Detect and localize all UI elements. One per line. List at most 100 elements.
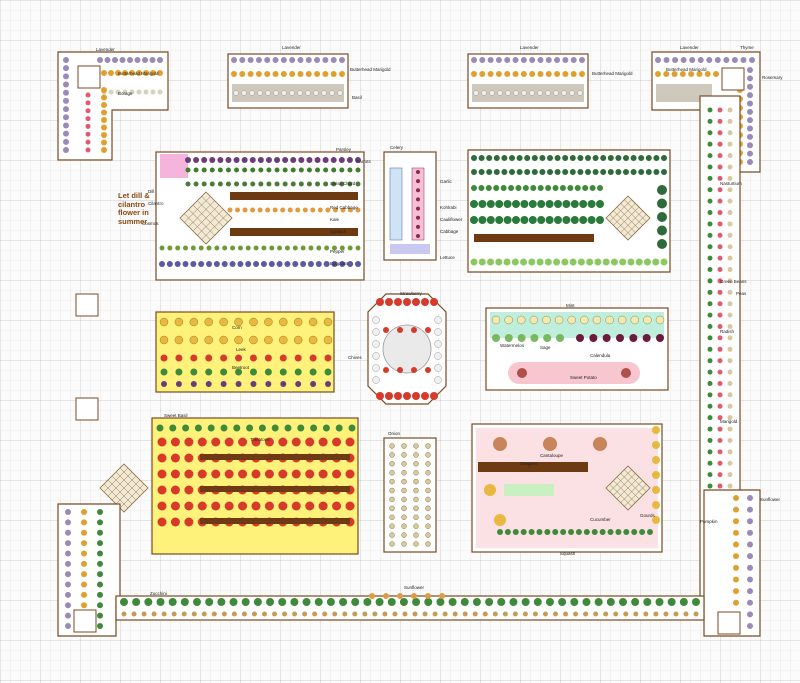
basil-plant xyxy=(529,90,535,96)
lettuce-plant xyxy=(643,258,651,266)
plant-label-pepper: Pepper xyxy=(330,249,345,254)
onion-plant xyxy=(727,232,733,238)
marigold-plant xyxy=(289,71,296,77)
basil-plant xyxy=(329,90,335,96)
zucchini-plant xyxy=(144,598,153,606)
pepper-plant xyxy=(220,354,228,362)
kale-plant xyxy=(493,155,500,161)
pepper-plant xyxy=(160,368,168,376)
swiss-chard-plant xyxy=(242,181,248,187)
plant-label-sunflower: Sunflower xyxy=(760,497,781,502)
lavender-plant xyxy=(747,92,753,99)
zucchini-plant xyxy=(412,598,421,606)
broccoli-plant xyxy=(596,216,604,224)
strawberry-plant xyxy=(394,298,402,306)
broccoli-plant xyxy=(579,216,588,224)
kale-plant xyxy=(347,167,353,173)
lavender-plant xyxy=(747,623,753,629)
pink-flowers xyxy=(160,154,188,178)
eggplant-plant xyxy=(217,157,224,163)
onion-plant xyxy=(425,523,431,529)
lavender-plant xyxy=(65,612,71,619)
plant-label-basil: Basil xyxy=(352,95,362,100)
plant-label-sweet-basil: Sweet Basil xyxy=(164,413,188,418)
marigold-plant xyxy=(101,94,107,101)
lavender-plant xyxy=(65,571,71,578)
marigold-plant xyxy=(537,71,544,77)
lavender-plant xyxy=(339,57,345,63)
tomato-plant xyxy=(318,501,328,511)
strawberry-plant xyxy=(383,367,389,373)
red-cabbage-plant xyxy=(589,334,598,342)
zucchini-plant xyxy=(229,598,238,606)
strawberry-plant xyxy=(430,392,438,400)
radish-plant xyxy=(717,198,723,204)
pepper-plant xyxy=(235,354,243,362)
plant-label-calendula: Calendula xyxy=(590,353,611,358)
broccoli-plant xyxy=(512,216,520,224)
lettuce-plant xyxy=(520,258,528,266)
red-cabbage-plant xyxy=(174,261,181,267)
onion-plant xyxy=(401,469,407,476)
kale-plant xyxy=(562,169,569,175)
lavender-plant xyxy=(63,147,69,153)
bean-plant xyxy=(707,312,713,318)
kale-plant xyxy=(471,169,477,175)
kale-plant xyxy=(331,167,337,173)
broccoli-plant xyxy=(470,216,478,224)
zucchini-plant xyxy=(424,598,433,606)
garlic-plant xyxy=(623,611,629,617)
kale-plant xyxy=(623,155,629,161)
lavender-plant xyxy=(63,65,69,72)
zucchini-plant xyxy=(497,598,506,606)
zucchini-plant xyxy=(509,598,518,606)
cauliflower-plant xyxy=(617,315,627,325)
kale-plant xyxy=(600,155,607,161)
bean-plant xyxy=(707,392,713,398)
lavender-plant xyxy=(255,57,262,63)
lavender-plant xyxy=(689,57,696,63)
plant-label-mint: Mint xyxy=(566,303,575,308)
eggplant-plant xyxy=(330,157,337,163)
zucchini-plant xyxy=(326,598,335,606)
kale-plant xyxy=(531,169,538,175)
kale-plant xyxy=(554,155,561,161)
spinach-plant xyxy=(478,185,485,191)
garlic-plant xyxy=(302,611,308,617)
squash-plant xyxy=(249,317,258,327)
basil-plant xyxy=(97,540,103,547)
onion-plant xyxy=(727,460,733,466)
red-cabbage-plant xyxy=(629,334,638,342)
lettuce-plant xyxy=(577,258,585,266)
radish-plant xyxy=(85,116,91,122)
squash-plant xyxy=(293,335,303,345)
tomato-plant xyxy=(157,501,167,511)
garlic-plant xyxy=(653,611,659,617)
bean-plant xyxy=(707,324,713,330)
bean-plant xyxy=(607,529,614,535)
garlic-plant xyxy=(633,611,639,617)
plant-label-strawberry: Strawberry xyxy=(400,291,422,296)
garlic-plant xyxy=(292,245,298,251)
kale-plant xyxy=(630,155,637,161)
lavender-plant xyxy=(63,130,69,137)
marigold-plant xyxy=(108,70,114,76)
radish-plant xyxy=(85,131,91,137)
garlic-plant xyxy=(432,611,438,617)
kale-plant xyxy=(306,167,312,173)
broccoli-plant xyxy=(520,200,529,208)
beet-plant xyxy=(416,224,420,229)
radish-plant xyxy=(717,346,723,352)
tomato-plant xyxy=(184,517,194,527)
onion-plant xyxy=(727,244,733,250)
tomato-plant xyxy=(332,469,342,479)
marigold-plant xyxy=(255,71,262,77)
kale-plant xyxy=(493,169,500,175)
tomato-plant xyxy=(291,469,301,479)
pepper-plant xyxy=(324,354,332,362)
squash-plant xyxy=(159,335,169,345)
marigold-plant xyxy=(504,71,511,77)
marigold-plant xyxy=(264,71,271,77)
red-cabbage-plant xyxy=(292,261,299,267)
tomato-plant xyxy=(291,501,301,511)
